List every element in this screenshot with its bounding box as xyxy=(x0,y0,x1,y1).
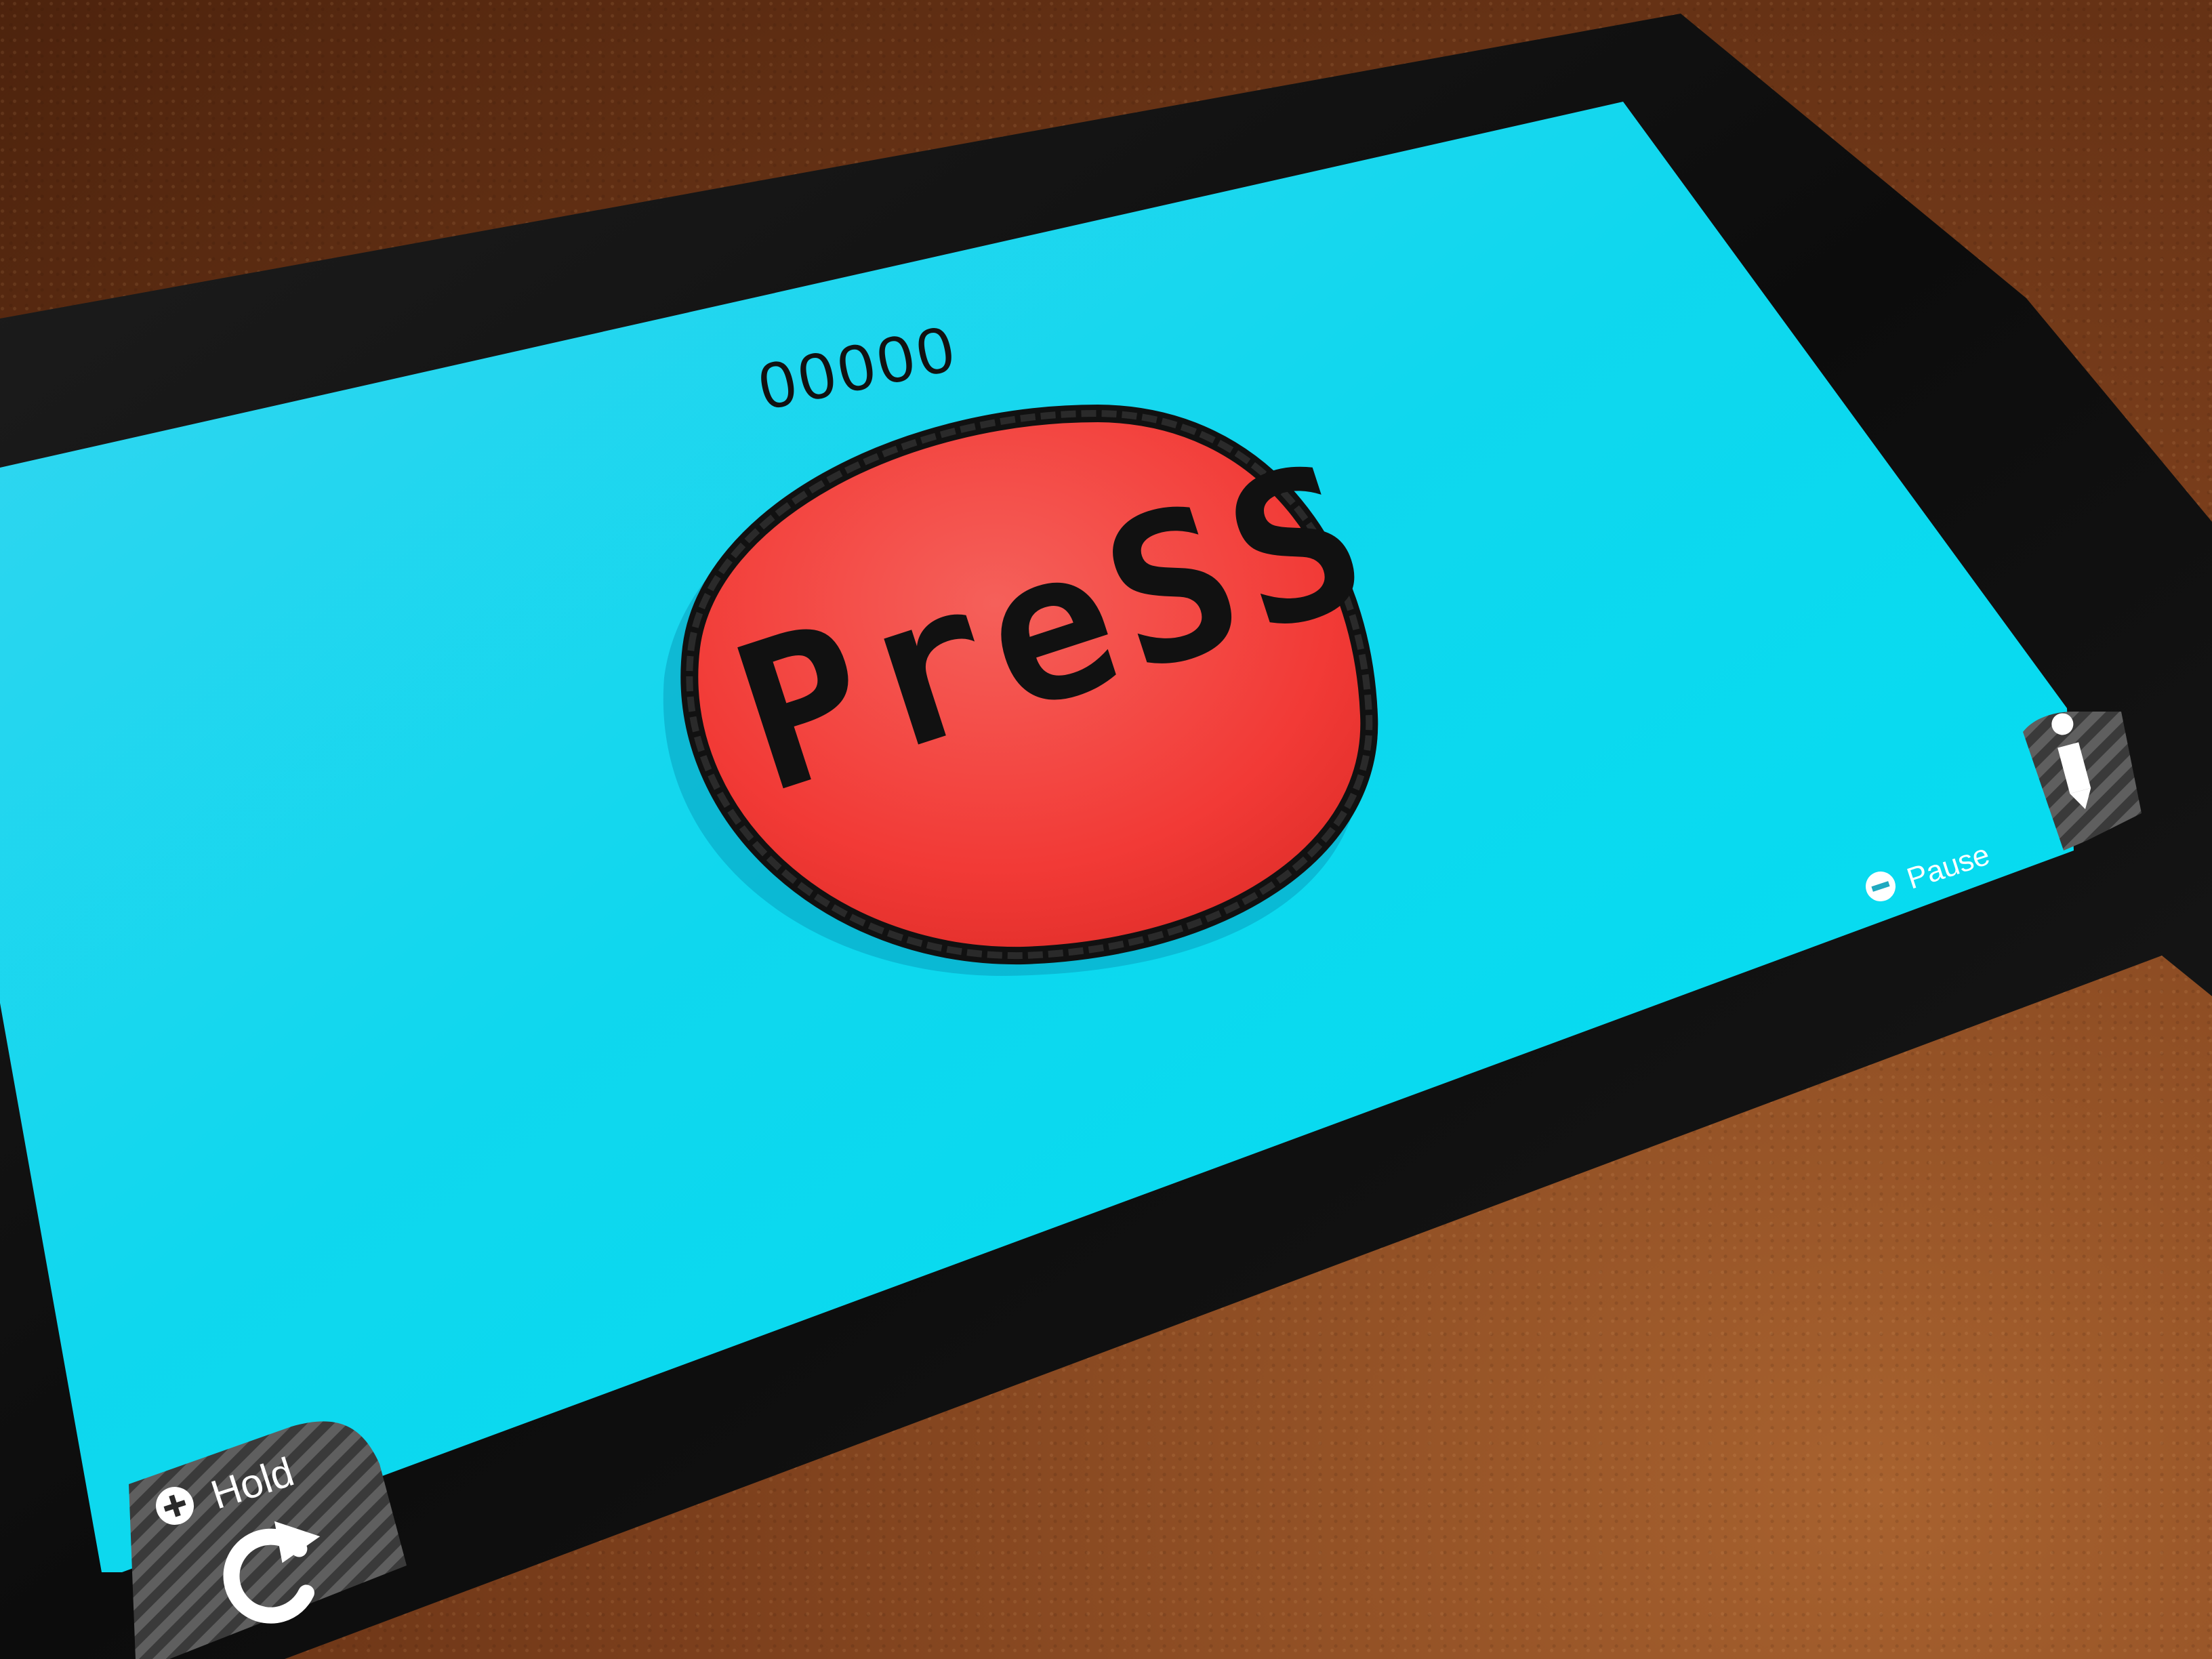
photo-scene: 00000 PreSS Hold Pause xyxy=(0,0,2212,1659)
device-photo xyxy=(0,14,2212,1659)
